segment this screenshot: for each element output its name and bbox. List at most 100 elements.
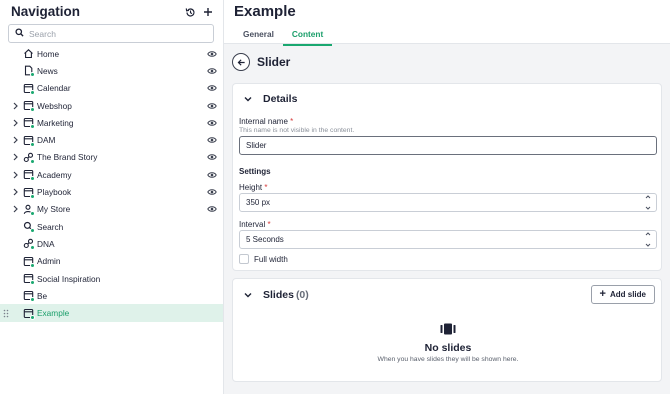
sidebar-item-dam[interactable]: DAM <box>0 131 223 148</box>
sidebar-item-example[interactable]: Example <box>0 304 223 322</box>
editor-header: Slider <box>232 53 290 71</box>
sidebar-item-search[interactable]: Search <box>0 218 223 235</box>
chevron-up-icon[interactable] <box>645 232 651 236</box>
eye-icon[interactable] <box>207 171 217 179</box>
sidebar-item-be[interactable]: Be <box>0 287 223 304</box>
status-dot <box>30 158 35 164</box>
component-title: Slider <box>257 55 291 69</box>
window-icon <box>23 100 35 113</box>
sidebar-item-social-inspiration[interactable]: Social Inspiration <box>0 270 223 287</box>
link-icon <box>23 238 35 251</box>
eye-icon[interactable] <box>207 102 217 110</box>
home-icon <box>23 48 34 59</box>
page-header: Example General Content <box>224 0 670 46</box>
internal-name-label-text: Internal name <box>239 117 288 126</box>
history-icon[interactable] <box>184 6 196 18</box>
chevron-down-icon[interactable] <box>645 206 651 210</box>
sidebar-item-label: My Store <box>37 204 71 215</box>
chevron-down-icon[interactable] <box>243 290 253 300</box>
chevron-right-icon[interactable] <box>13 188 19 196</box>
sidebar-item-label: Social Inspiration <box>37 273 101 284</box>
sidebar-item-calendar[interactable]: Calendar <box>0 80 223 97</box>
navigation-search[interactable] <box>8 24 214 43</box>
chevron-right-icon[interactable] <box>13 153 19 161</box>
interval-stepper[interactable] <box>644 232 652 247</box>
details-header: Details <box>243 93 297 105</box>
window-icon <box>23 187 35 199</box>
status-dot <box>30 210 35 216</box>
height-label: Height * <box>239 183 267 192</box>
details-title: Details <box>263 93 298 105</box>
window-icon <box>23 117 35 130</box>
sidebar-item-the-brand-story[interactable]: The Brand Story <box>0 149 223 166</box>
back-button[interactable] <box>232 53 250 71</box>
eye-icon[interactable] <box>207 67 217 75</box>
window-icon <box>23 290 35 303</box>
sidebar-item-my-store[interactable]: My Store <box>0 201 223 218</box>
slides-icon <box>440 323 456 335</box>
tab-content[interactable]: Content <box>282 27 333 46</box>
window-icon <box>23 169 35 182</box>
internal-name-label: Internal name * <box>239 117 293 126</box>
window-icon <box>23 308 35 320</box>
tab-general[interactable]: General <box>234 27 283 46</box>
sidebar-item-marketing[interactable]: Marketing <box>0 114 223 131</box>
sidebar-item-label: The Brand Story <box>37 152 98 163</box>
sidebar-item-news[interactable]: News <box>0 62 223 79</box>
status-dot <box>30 176 35 182</box>
window-icon <box>23 135 35 147</box>
window-icon <box>23 256 35 268</box>
details-card: Details Internal name * This name is not… <box>232 83 662 271</box>
search-input[interactable] <box>29 28 199 39</box>
required-mark: * <box>264 183 268 192</box>
search-icon <box>23 221 35 234</box>
full-width-row[interactable]: Full width <box>239 254 288 264</box>
navigation-tree: Home News Calendar Webshop Marketing DAM The B… <box>0 45 223 322</box>
sidebar-item-label: Search <box>37 221 64 232</box>
sidebar-item-label: Calendar <box>37 83 71 94</box>
sidebar-item-label: Example <box>37 308 70 319</box>
chevron-right-icon[interactable] <box>13 102 19 110</box>
slides-header: Slides (0) <box>243 289 309 301</box>
drag-handle-icon[interactable] <box>3 309 9 318</box>
eye-icon[interactable] <box>207 205 217 213</box>
sidebar-item-label: Webshop <box>37 100 72 111</box>
chevron-up-icon[interactable] <box>645 195 651 199</box>
interval-label-text: Interval <box>239 220 266 229</box>
search-icon <box>15 28 24 39</box>
sidebar-item-label: DNA <box>37 238 55 249</box>
height-stepper[interactable] <box>644 195 652 210</box>
chevron-down-icon[interactable] <box>243 94 253 104</box>
user-icon <box>23 204 35 216</box>
sidebar-item-label: Academy <box>37 169 72 180</box>
required-mark: * <box>290 117 294 126</box>
eye-icon[interactable] <box>207 50 217 58</box>
slides-count: (0) <box>295 289 309 301</box>
sidebar-item-webshop[interactable]: Webshop <box>0 97 223 114</box>
eye-icon[interactable] <box>207 136 217 144</box>
chevron-right-icon[interactable] <box>13 171 19 179</box>
eye-icon[interactable] <box>207 188 217 196</box>
sidebar-item-playbook[interactable]: Playbook <box>0 183 223 200</box>
interval-input[interactable]: 5 Seconds <box>239 230 657 249</box>
full-width-checkbox[interactable] <box>239 254 249 264</box>
sidebar-item-home[interactable]: Home <box>0 45 223 62</box>
status-dot <box>30 72 35 78</box>
sidebar-item-label: Playbook <box>37 187 72 198</box>
add-icon[interactable] <box>202 6 214 18</box>
sidebar-item-academy[interactable]: Academy <box>0 166 223 183</box>
eye-icon[interactable] <box>207 119 217 127</box>
eye-icon[interactable] <box>207 153 217 161</box>
sidebar-item-label: Be <box>37 290 48 301</box>
add-slide-button[interactable]: + Add slide <box>590 285 655 304</box>
chevron-right-icon[interactable] <box>13 136 19 144</box>
sidebar-item-admin[interactable]: Admin <box>0 253 223 270</box>
chevron-right-icon[interactable] <box>13 119 19 127</box>
navigation-actions <box>184 6 214 18</box>
height-input[interactable]: 350 px <box>239 193 657 212</box>
internal-name-input[interactable] <box>239 136 657 155</box>
eye-icon[interactable] <box>207 84 217 92</box>
sidebar-item-dna[interactable]: DNA <box>0 235 223 252</box>
chevron-right-icon[interactable] <box>13 205 19 213</box>
chevron-down-icon[interactable] <box>645 243 651 247</box>
